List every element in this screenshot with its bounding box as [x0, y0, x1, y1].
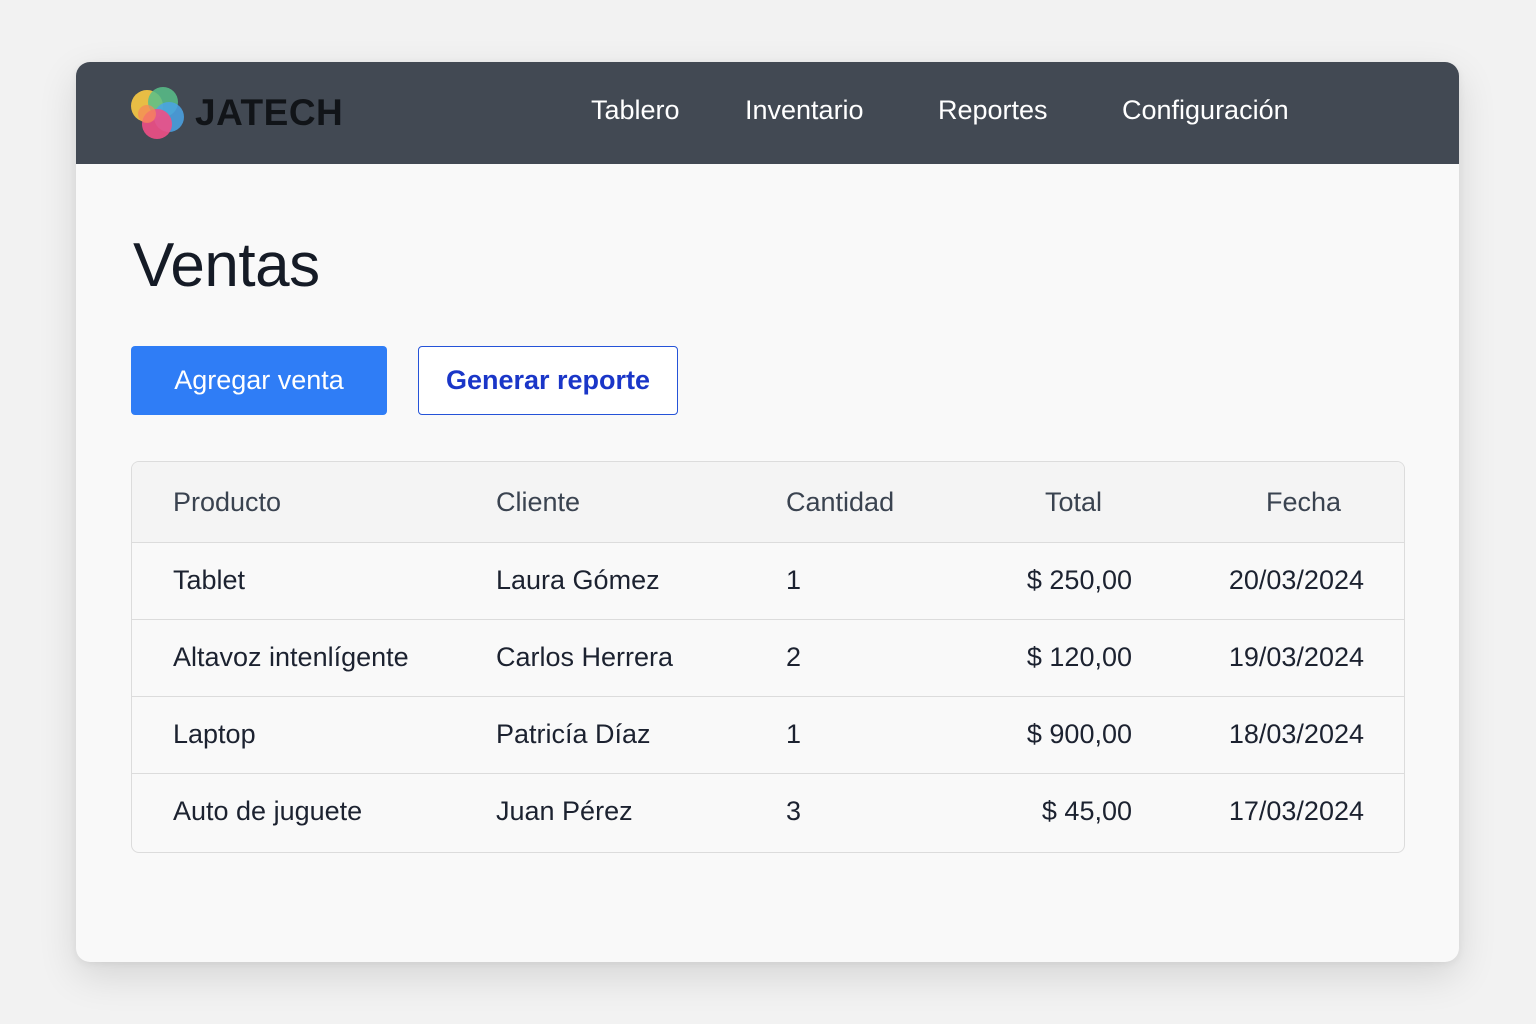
brand-name: JATECH — [195, 92, 344, 133]
table-row[interactable]: Altavoz intenlígente Carlos Herrera 2 $ … — [132, 620, 1404, 697]
cell-date: 19/03/2024 — [1228, 642, 1364, 672]
cell-quantity: 1 — [786, 565, 802, 595]
cell-product: Tablet — [173, 565, 246, 595]
app-window: JATECH Tablero Inventario Reportes Confi… — [76, 62, 1459, 962]
sales-table: Producto Cliente Cantidad Total Fecha Ta… — [131, 461, 1405, 853]
overlapping-circles-logo-icon — [131, 87, 184, 139]
table-row[interactable]: Tablet Laura Gómez 1 $ 250,00 20/03/2024 — [132, 543, 1404, 620]
brand[interactable]: JATECH — [127, 84, 343, 142]
cell-quantity: 3 — [786, 796, 802, 826]
generate-report-button[interactable]: Generar reporte — [418, 346, 678, 415]
cell-product: Laptop — [173, 719, 256, 749]
cell-client: Patricía Díaz — [496, 719, 651, 749]
cell-total: $ 900,00 — [1026, 719, 1132, 749]
cell-total: $ 120,00 — [1026, 642, 1132, 672]
cell-total: $ 45,00 — [1041, 796, 1132, 826]
table-row[interactable]: Auto de juguete Juan Pérez 3 $ 45,00 17/… — [132, 774, 1404, 851]
top-navbar: JATECH Tablero Inventario Reportes Confi… — [76, 62, 1459, 164]
add-sale-button[interactable]: Agregar venta — [131, 346, 387, 415]
page-title: Ventas — [133, 231, 320, 300]
cell-quantity: 2 — [786, 642, 802, 672]
nav-item-configuracion[interactable]: Configuración — [1122, 95, 1289, 126]
nav-item-tablero[interactable]: Tablero — [591, 95, 680, 126]
header-total[interactable]: Total — [1045, 487, 1102, 518]
table-row[interactable]: Laptop Patricía Díaz 1 $ 900,00 18/03/20… — [132, 697, 1404, 774]
cell-date: 18/03/2024 — [1228, 719, 1364, 749]
cell-total: $ 250,00 — [1026, 565, 1132, 595]
cell-product: Altavoz intenlígente — [173, 642, 409, 672]
header-client[interactable]: Cliente — [496, 487, 580, 518]
cell-date: 17/03/2024 — [1228, 796, 1364, 826]
cell-client: Carlos Herrera — [496, 642, 674, 672]
header-date[interactable]: Fecha — [1266, 487, 1341, 518]
cell-client: Juan Pérez — [496, 796, 633, 826]
cell-quantity: 1 — [786, 719, 802, 749]
cell-client: Laura Gómez — [496, 565, 660, 595]
table-header: Producto Cliente Cantidad Total Fecha — [132, 462, 1404, 543]
header-quantity[interactable]: Cantidad — [786, 487, 894, 518]
nav-item-inventario[interactable]: Inventario — [745, 95, 864, 126]
cell-date: 20/03/2024 — [1228, 565, 1364, 595]
cell-product: Auto de juguete — [173, 796, 363, 826]
nav-item-reportes[interactable]: Reportes — [938, 95, 1048, 126]
header-product[interactable]: Producto — [173, 487, 281, 518]
